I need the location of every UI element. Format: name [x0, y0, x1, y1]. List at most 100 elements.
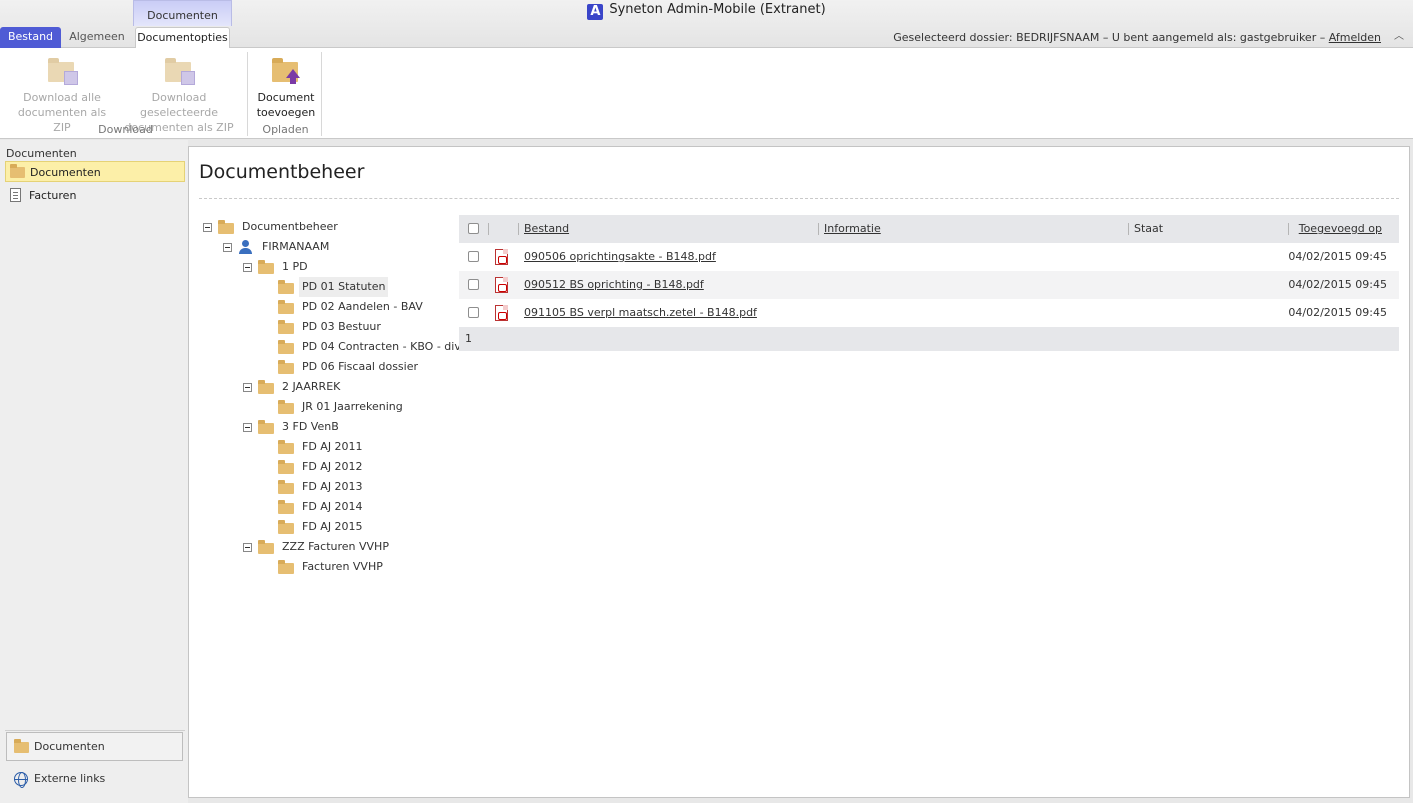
folder-icon: [278, 340, 294, 354]
sidebar-item-label: Facturen: [29, 189, 77, 202]
tree-node-label: FIRMANAAM: [262, 240, 330, 253]
tree-node-label: PD 02 Aandelen - BAV: [302, 300, 423, 313]
collapse-toggle-icon[interactable]: [203, 223, 212, 232]
column-header-staat: Staat: [1134, 222, 1164, 235]
download-selected-label-1: Download geselecteerde: [139, 91, 219, 119]
file-link[interactable]: 091105 BS verpl maatsch.zetel - B148.pdf: [524, 299, 757, 327]
row-checkbox[interactable]: [468, 251, 479, 262]
contextual-tab-group-label: Documenten: [133, 0, 232, 26]
globe-icon: [14, 772, 28, 788]
collapse-toggle-icon[interactable]: [243, 383, 252, 392]
ribbon-group-opladen: Document toevoegen Opladen: [250, 52, 322, 136]
tree-node-label: FD AJ 2014: [302, 500, 363, 513]
collapse-toggle-icon[interactable]: [243, 543, 252, 552]
nav-documenten-button[interactable]: Documenten: [6, 732, 183, 761]
grid-pager: 1: [459, 327, 1399, 351]
sidebar-heading: Documenten: [6, 147, 77, 160]
tree-node-label: PD 03 Bestuur: [302, 320, 381, 333]
pager-page-number[interactable]: 1: [465, 332, 472, 345]
folder-icon: [278, 360, 294, 374]
column-separator: [1128, 223, 1129, 235]
tab-bestand[interactable]: Bestand: [0, 27, 61, 48]
tree-node-label: FD AJ 2012: [302, 460, 363, 473]
window-title-text: Syneton Admin-Mobile (Extranet): [609, 2, 826, 17]
folder-icon: [258, 380, 274, 394]
folder-icon: [278, 520, 294, 534]
tree-node-label: FD AJ 2015: [302, 520, 363, 533]
folder-upload-icon: [270, 56, 302, 86]
folder-icon: [258, 420, 274, 434]
tree-node-label: 3 FD VenB: [282, 420, 339, 433]
column-separator: [1288, 223, 1289, 235]
session-status-text: Geselecteerd dossier: BEDRIJFSNAAM – U b…: [893, 31, 1326, 44]
tree-node-label: 1 PD: [282, 260, 308, 273]
pdf-icon: [495, 305, 508, 321]
tree-node-label: 2 JAARREK: [282, 380, 341, 393]
collapse-ribbon-icon[interactable]: ︿: [1393, 31, 1405, 43]
sidebar-item-facturen[interactable]: Facturen: [5, 185, 185, 206]
folder-icon: [258, 540, 274, 554]
collapse-toggle-icon[interactable]: [223, 243, 232, 252]
nav-external-links-label: Externe links: [34, 772, 106, 785]
folder-icon: [278, 460, 294, 474]
ribbon-group-label-opladen: Opladen: [262, 123, 309, 136]
folder-icon: [218, 220, 234, 234]
collapse-toggle-icon[interactable]: [243, 263, 252, 272]
folder-icon: [278, 440, 294, 454]
add-document-button[interactable]: Document toevoegen: [254, 56, 318, 120]
row-checkbox[interactable]: [468, 279, 479, 290]
tree-node-label: PD 06 Fiscaal dossier: [302, 360, 419, 373]
folder-save-icon: [163, 56, 195, 86]
session-status: Geselecteerd dossier: BEDRIJFSNAAM – U b…: [893, 31, 1381, 44]
column-header-toegevoegd-op[interactable]: Toegevoegd op: [1299, 215, 1382, 243]
column-header-informatie[interactable]: Informatie: [824, 215, 881, 243]
file-added-date: 04/02/2015 09:45: [1288, 250, 1387, 263]
column-separator: [818, 223, 819, 235]
collapse-toggle-icon[interactable]: [243, 423, 252, 432]
user-icon: [238, 240, 252, 254]
sidebar-item-documenten[interactable]: Documenten: [5, 161, 185, 182]
folder-icon: [278, 500, 294, 514]
table-row[interactable]: 090512 BS oprichting - B148.pdf 04/02/20…: [459, 271, 1399, 299]
main-panel: Documentbeheer Documentbeheer FIRMANAAM …: [188, 146, 1410, 798]
tree-node-label: ZZZ Facturen VVHP: [282, 540, 389, 553]
download-all-label-1: Download alle: [23, 91, 101, 104]
page-title: Documentbeheer: [199, 161, 365, 183]
grid-header: Bestand Informatie Staat Toegevoegd op: [459, 215, 1399, 243]
title-bar: A Syneton Admin-Mobile (Extranet) Documen…: [0, 0, 1413, 49]
tree-node-label: PD 04 Contracten - KBO - div: [302, 340, 461, 353]
column-separator: [518, 223, 519, 235]
folder-icon: [278, 480, 294, 494]
column-header-bestand[interactable]: Bestand: [524, 215, 569, 243]
folder-icon: [14, 739, 29, 753]
pdf-icon: [495, 249, 508, 265]
tree-node-label: Documentbeheer: [242, 220, 338, 233]
tree-node-label: PD 01 Statuten: [299, 277, 389, 297]
select-all-checkbox[interactable]: [468, 223, 479, 234]
table-row[interactable]: 091105 BS verpl maatsch.zetel - B148.pdf…: [459, 299, 1399, 327]
folder-icon: [278, 320, 294, 334]
tab-documentopties[interactable]: Documentopties: [135, 27, 230, 49]
file-added-date: 04/02/2015 09:45: [1288, 278, 1387, 291]
nav-documenten-label: Documenten: [34, 740, 105, 753]
title-divider: [199, 198, 1399, 199]
sidebar: Documenten Documenten Facturen Documente…: [0, 140, 188, 803]
table-row[interactable]: 090506 oprichtingsakte - B148.pdf 04/02/…: [459, 243, 1399, 271]
folder-icon: [10, 164, 25, 178]
file-link[interactable]: 090512 BS oprichting - B148.pdf: [524, 271, 704, 299]
file-link[interactable]: 090506 oprichtingsakte - B148.pdf: [524, 243, 716, 271]
folder-save-icon: [46, 56, 78, 86]
tree-node-label: FD AJ 2011: [302, 440, 363, 453]
tab-algemeen[interactable]: Algemeen: [64, 27, 130, 48]
row-checkbox[interactable]: [468, 307, 479, 318]
nav-external-links-button[interactable]: Externe links: [6, 768, 183, 790]
tree-node-label: FD AJ 2013: [302, 480, 363, 493]
ribbon: Download alle documenten als ZIP Downloa…: [0, 48, 1413, 139]
sidebar-item-label: Documenten: [30, 166, 101, 179]
folder-icon: [278, 300, 294, 314]
document-icon: [10, 188, 21, 202]
tree-node-label: Facturen VVHP: [302, 560, 383, 573]
tree-node-label: JR 01 Jaarrekening: [302, 400, 403, 413]
logout-link[interactable]: Afmelden: [1329, 31, 1381, 44]
ribbon-group-label-download: Download: [98, 123, 153, 136]
